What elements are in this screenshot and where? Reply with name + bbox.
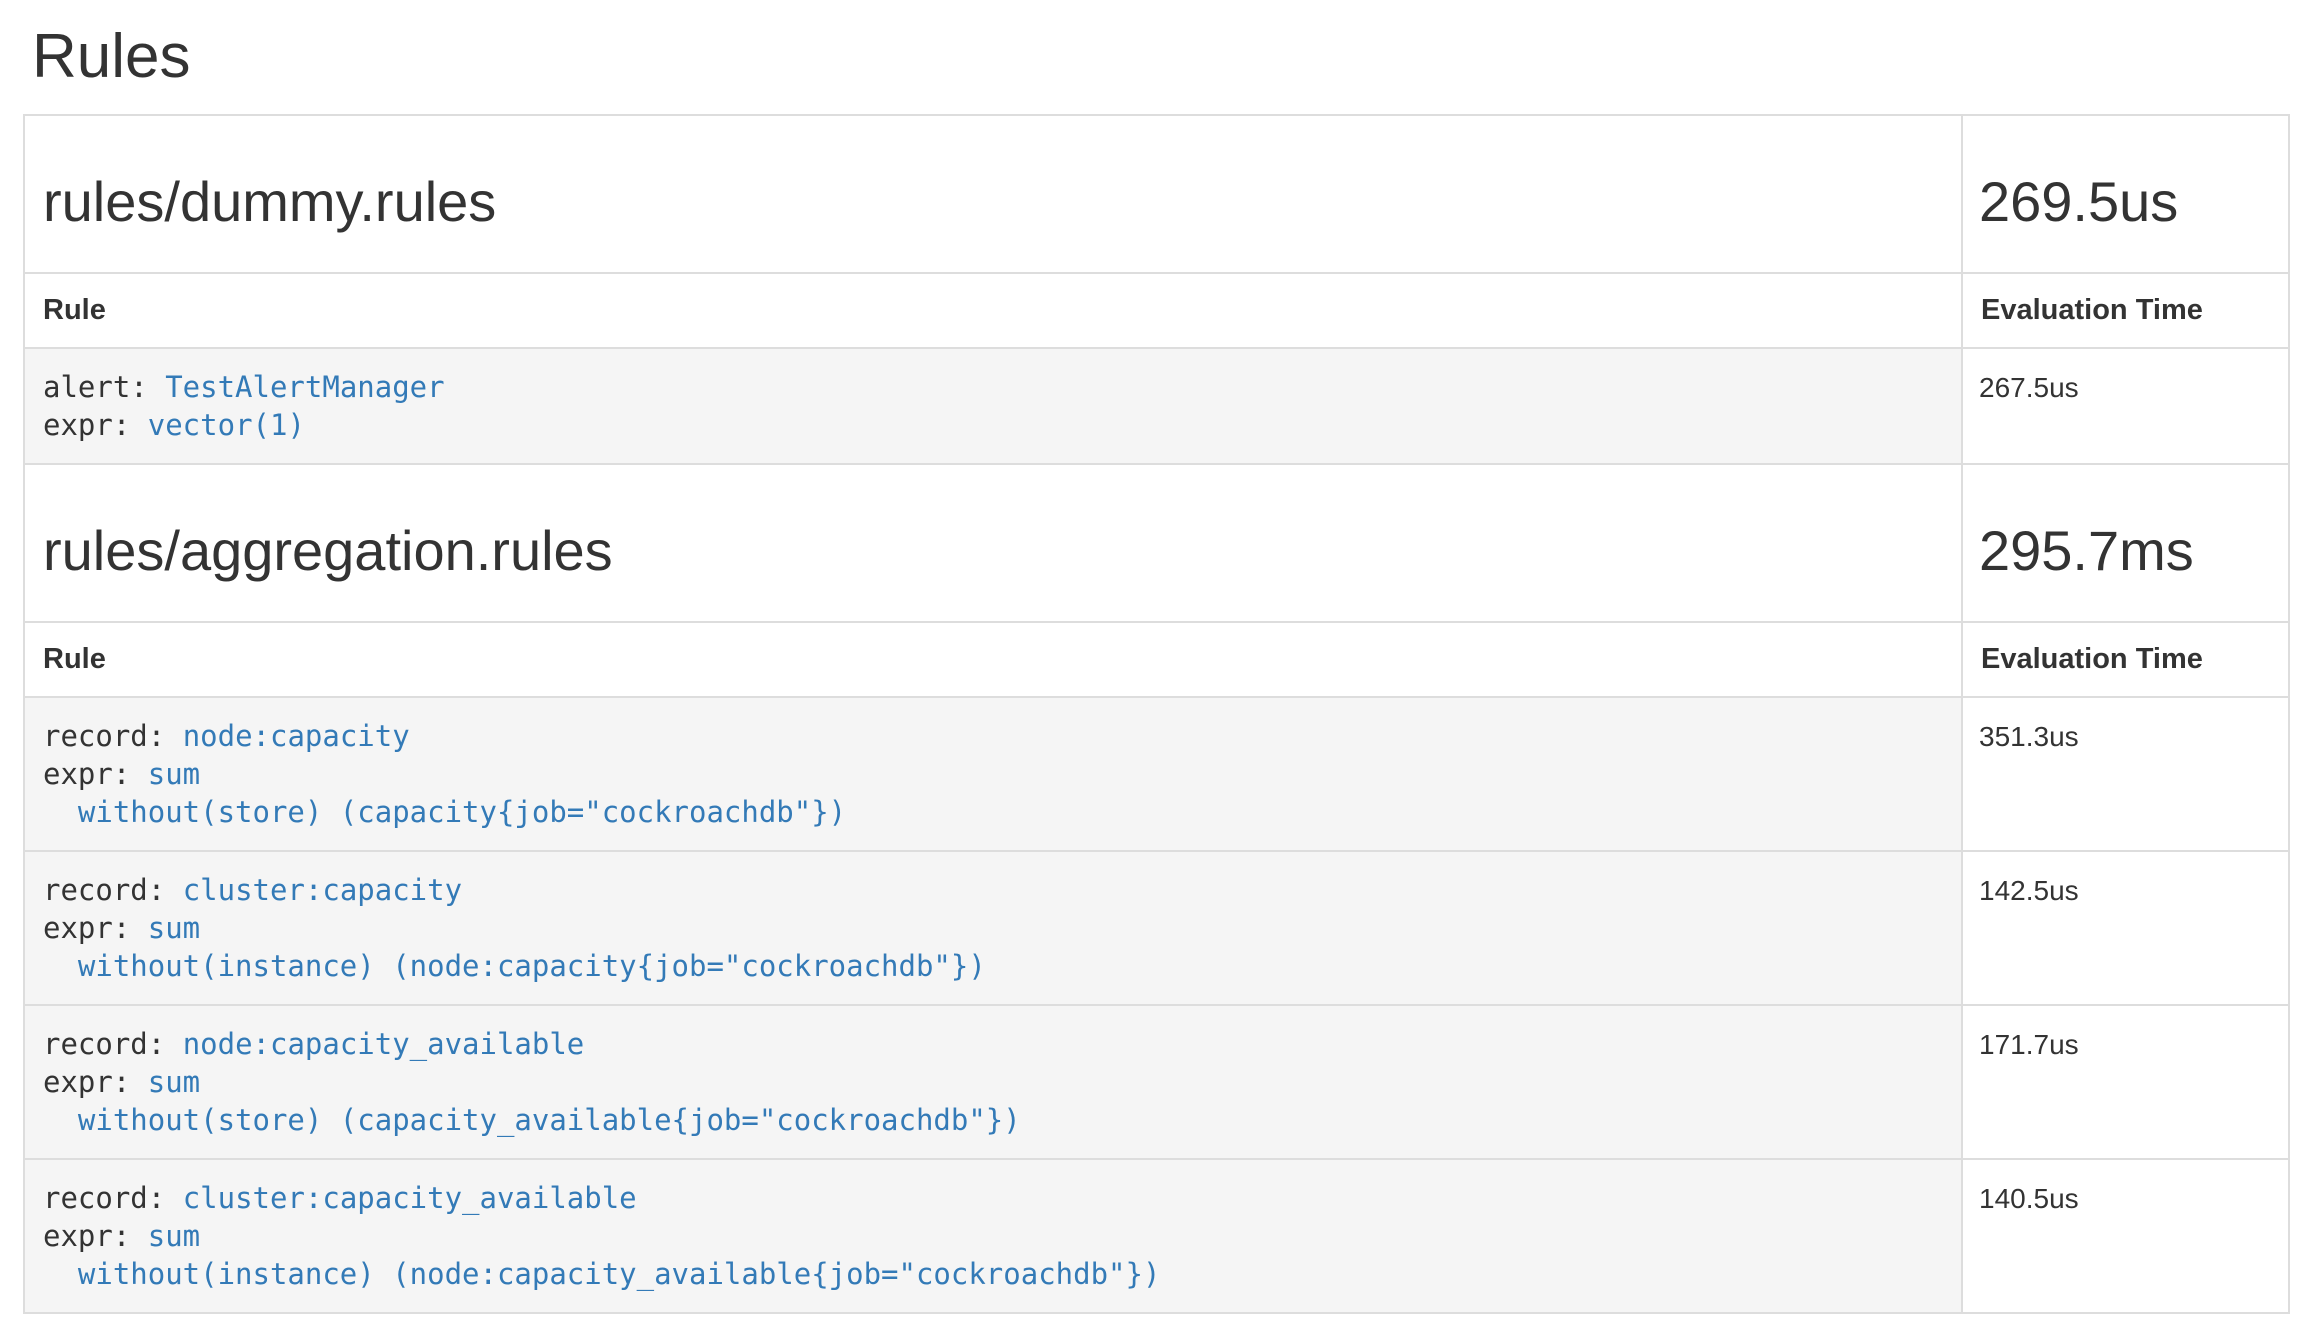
rule-code-line: without(store) (capacity_available{job="… — [43, 1101, 1943, 1139]
column-header-row: Rule Evaluation Time — [25, 272, 2288, 347]
rule-code-cell: record: cluster:capacityexpr: sum withou… — [25, 852, 1963, 1004]
column-header-row: Rule Evaluation Time — [25, 621, 2288, 696]
rule-link[interactable]: sum — [148, 1219, 200, 1253]
rule-keyword: record: — [43, 1181, 183, 1215]
rule-link[interactable]: vector(1) — [148, 408, 305, 442]
rule-keyword: expr: — [43, 757, 148, 791]
rule-link[interactable]: sum — [148, 757, 200, 791]
rule-link[interactable]: node:capacity_available — [183, 1027, 585, 1061]
rule-link[interactable]: without(instance) (node:capacity{job="co… — [43, 949, 986, 983]
rule-row: alert: TestAlertManagerexpr: vector(1) 2… — [25, 347, 2288, 463]
rule-code-cell: record: node:capacityexpr: sum without(s… — [25, 698, 1963, 850]
rule-link[interactable]: sum — [148, 911, 200, 945]
rule-link[interactable]: node:capacity — [183, 719, 410, 753]
rule-link[interactable]: without(store) (capacity_available{job="… — [43, 1103, 1021, 1137]
rule-code-cell: record: node:capacity_availableexpr: sum… — [25, 1006, 1963, 1158]
rule-column-header: Rule — [25, 274, 1963, 347]
rule-code-line: without(store) (capacity{job="cockroachd… — [43, 793, 1943, 831]
rule-row: record: node:capacity_availableexpr: sum… — [25, 1004, 2288, 1158]
rule-code-line: record: cluster:capacity — [43, 871, 1943, 909]
rule-keyword: record: — [43, 719, 183, 753]
rule-group-evaluation-total: 269.5us — [1963, 171, 2178, 233]
rule-code-cell: record: cluster:capacity_availableexpr: … — [25, 1160, 1963, 1312]
rule-row: record: cluster:capacity_availableexpr: … — [25, 1158, 2288, 1312]
rule-link[interactable]: without(instance) (node:capacity_availab… — [43, 1257, 1160, 1291]
rule-evaluation-time: 171.7us — [1963, 1006, 2288, 1158]
rule-group-name: rules/aggregation.rules — [25, 520, 613, 582]
rule-code-line: expr: sum — [43, 1217, 1943, 1255]
page-title: Rules — [0, 0, 2316, 114]
rules-table: rules/dummy.rules 269.5us Rule Evaluatio… — [23, 114, 2290, 1314]
rule-evaluation-time: 267.5us — [1963, 349, 2288, 463]
rule-code-line: expr: sum — [43, 909, 1943, 947]
rule-evaluation-time: 140.5us — [1963, 1160, 2288, 1312]
rule-code-cell: alert: TestAlertManagerexpr: vector(1) — [25, 349, 1963, 463]
evaluation-time-column-header: Evaluation Time — [1963, 623, 2288, 696]
rule-keyword: expr: — [43, 408, 148, 442]
rule-group-evaluation-total-cell: 269.5us — [1963, 116, 2288, 272]
rule-code-line: expr: sum — [43, 755, 1943, 793]
rule-group-evaluation-total: 295.7ms — [1963, 520, 2194, 582]
rule-group-name-cell: rules/aggregation.rules — [25, 465, 1963, 621]
rule-group-name: rules/dummy.rules — [25, 171, 496, 233]
rule-link[interactable]: without(store) (capacity{job="cockroachd… — [43, 795, 846, 829]
rule-keyword: record: — [43, 1027, 183, 1061]
rule-link[interactable]: TestAlertManager — [165, 370, 444, 404]
rule-row: record: node:capacityexpr: sum without(s… — [25, 696, 2288, 850]
rule-code-line: record: cluster:capacity_available — [43, 1179, 1943, 1217]
rule-keyword: record: — [43, 873, 183, 907]
rule-evaluation-time: 351.3us — [1963, 698, 2288, 850]
rule-group-evaluation-total-cell: 295.7ms — [1963, 465, 2288, 621]
rule-group-header-row: rules/aggregation.rules 295.7ms — [25, 463, 2288, 621]
rule-code-line: record: node:capacity_available — [43, 1025, 1943, 1063]
rule-code-line: alert: TestAlertManager — [43, 368, 1943, 406]
rule-link[interactable]: sum — [148, 1065, 200, 1099]
rule-group-name-cell: rules/dummy.rules — [25, 116, 1963, 272]
rule-code-line: expr: vector(1) — [43, 406, 1943, 444]
rule-keyword: expr: — [43, 911, 148, 945]
rule-evaluation-time: 142.5us — [1963, 852, 2288, 1004]
rule-code-line: without(instance) (node:capacity{job="co… — [43, 947, 1943, 985]
rule-code-line: record: node:capacity — [43, 717, 1943, 755]
rule-link[interactable]: cluster:capacity_available — [183, 1181, 637, 1215]
rule-code-line: expr: sum — [43, 1063, 1943, 1101]
rule-keyword: expr: — [43, 1065, 148, 1099]
rule-group-header-row: rules/dummy.rules 269.5us — [25, 116, 2288, 272]
rule-link[interactable]: cluster:capacity — [183, 873, 462, 907]
evaluation-time-column-header: Evaluation Time — [1963, 274, 2288, 347]
rule-keyword: alert: — [43, 370, 165, 404]
rule-code-line: without(instance) (node:capacity_availab… — [43, 1255, 1943, 1293]
rule-row: record: cluster:capacityexpr: sum withou… — [25, 850, 2288, 1004]
rule-column-header: Rule — [25, 623, 1963, 696]
rule-keyword: expr: — [43, 1219, 148, 1253]
